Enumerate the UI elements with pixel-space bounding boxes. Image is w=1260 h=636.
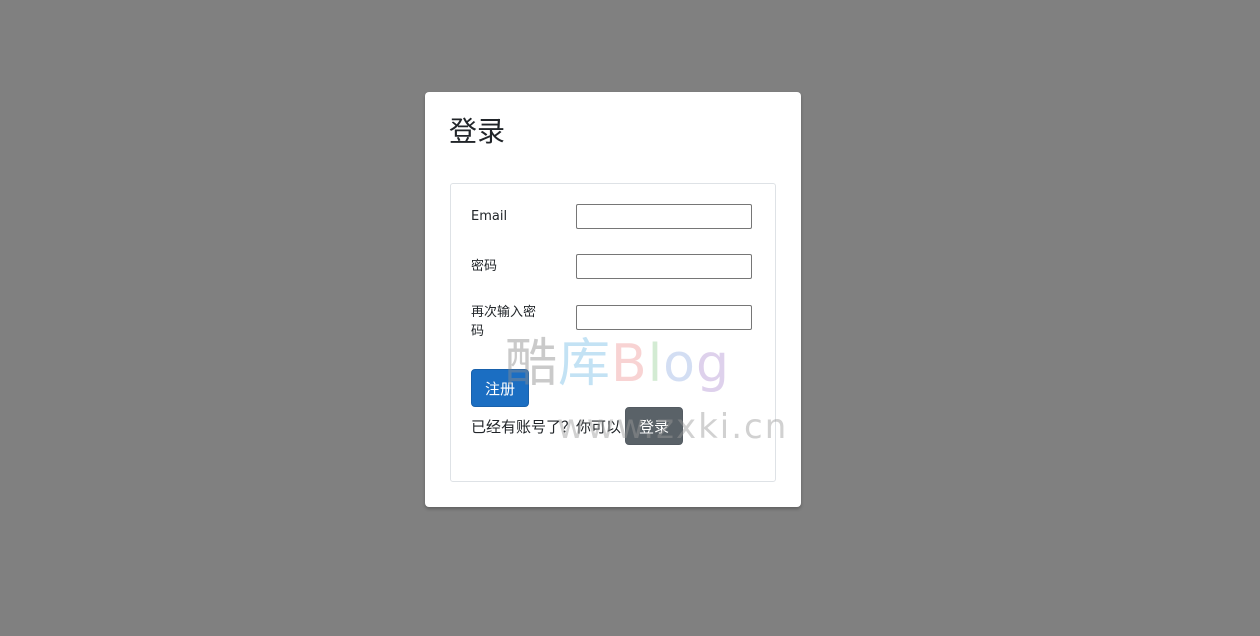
confirm-password-input[interactable] <box>576 305 752 330</box>
register-button[interactable]: 注册 <box>471 369 529 407</box>
login-prompt-row: 已经有账号了？你可以 登录 <box>471 407 684 445</box>
modal-title: 登录 <box>449 115 506 148</box>
confirm-password-label: 再次输入密码 <box>471 305 537 339</box>
password-label: 密码 <box>471 259 498 274</box>
register-form-card: Email 密码 再次输入密码 注册 已经有账号了？你可以 登录 <box>450 183 776 482</box>
login-modal: 登录 Email 密码 再次输入密码 注册 已经有账号了？你可以 登录 <box>425 92 801 507</box>
login-prompt-text: 已经有账号了？你可以 <box>471 417 622 436</box>
email-input[interactable] <box>576 204 752 229</box>
login-button[interactable]: 登录 <box>625 407 684 445</box>
email-label: Email <box>471 209 508 224</box>
password-input[interactable] <box>576 254 752 279</box>
